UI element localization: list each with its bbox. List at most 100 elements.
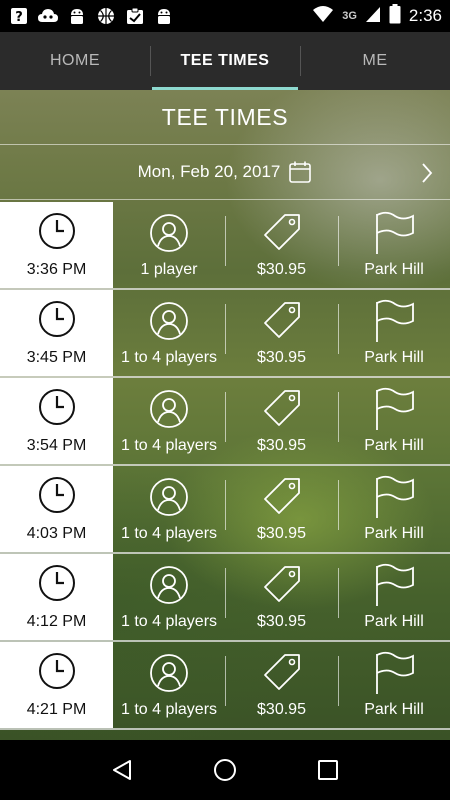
tee-time: 3:45 PM [26, 348, 87, 366]
player-count: 1 to 4 players [120, 525, 218, 542]
clock-icon [38, 300, 76, 343]
clock-icon [38, 212, 76, 255]
price-cell: $30.95 [225, 554, 338, 640]
time-cell: 3:54 PM [0, 378, 113, 464]
tee-time-row[interactable]: 4:12 PM 1 to 4 players $30.95 Park Hill [0, 554, 450, 642]
date-label: Mon, Feb 20, 2017 [137, 162, 281, 181]
clock-time: 2:36 [408, 6, 442, 25]
android-icon [66, 5, 88, 27]
course-name: Park Hill [364, 701, 424, 718]
tee-time: 4:12 PM [26, 612, 87, 630]
tee-time: 3:36 PM [26, 260, 87, 278]
course-cell: Park Hill [338, 466, 450, 552]
flag-icon [373, 211, 415, 255]
price-tag-icon [261, 563, 303, 607]
flag-icon [373, 475, 415, 519]
help-icon: ? [8, 5, 30, 27]
page-title: TEE TIMES [161, 103, 289, 130]
players-cell: 1 to 4 players [113, 290, 225, 376]
status-bar: ? 3G 2:36 [0, 0, 450, 32]
network-type: 3G [342, 10, 357, 22]
calendar-icon[interactable] [288, 160, 312, 184]
android-icon [153, 5, 175, 27]
course-name: Park Hill [364, 613, 424, 630]
tee-times-list: 3:36 PM 1 player $30.95 Park Hill 3:45 P… [0, 202, 450, 730]
tee-time-row[interactable]: 4:03 PM 1 to 4 players $30.95 Park Hill [0, 466, 450, 554]
user-icon [149, 651, 189, 695]
price: $30.95 [257, 349, 306, 366]
players-cell: 1 to 4 players [113, 378, 225, 464]
time-cell: 4:03 PM [0, 466, 113, 552]
price: $30.95 [257, 261, 306, 278]
price-tag-icon [261, 387, 303, 431]
players-cell: 1 to 4 players [113, 554, 225, 640]
players-cell: 1 to 4 players [113, 466, 225, 552]
user-icon [149, 299, 189, 343]
basketball-icon [95, 5, 117, 27]
tee-time: 4:03 PM [26, 524, 87, 542]
user-icon [149, 211, 189, 255]
tee-time-row[interactable]: 3:54 PM 1 to 4 players $30.95 Park Hill [0, 378, 450, 466]
price: $30.95 [257, 525, 306, 542]
time-cell: 3:45 PM [0, 290, 113, 376]
course-name: Park Hill [364, 261, 424, 278]
time-cell: 4:12 PM [0, 554, 113, 640]
user-icon [149, 475, 189, 519]
tab-tee-times[interactable]: TEE TIMES [150, 32, 300, 90]
flag-icon [373, 563, 415, 607]
signal-icon [365, 5, 381, 28]
price-tag-icon [261, 211, 303, 255]
clock-icon [38, 388, 76, 431]
time-cell: 4:21 PM [0, 642, 113, 728]
player-count: 1 to 4 players [120, 701, 218, 718]
time-cell: 3:36 PM [0, 202, 113, 288]
player-count: 1 to 4 players [120, 437, 218, 454]
tab-bar: HOME TEE TIMES ME [0, 32, 450, 90]
tee-time-row[interactable]: 3:45 PM 1 to 4 players $30.95 Park Hill [0, 290, 450, 378]
tee-time: 3:54 PM [26, 436, 87, 454]
clock-icon [38, 652, 76, 695]
tee-time: 4:21 PM [26, 700, 87, 718]
player-count: 1 player [140, 261, 198, 278]
tee-time-row[interactable]: 3:36 PM 1 player $30.95 Park Hill [0, 202, 450, 290]
user-icon [149, 563, 189, 607]
price-tag-icon [261, 475, 303, 519]
price-cell: $30.95 [225, 290, 338, 376]
back-icon[interactable] [107, 755, 137, 785]
flag-icon [373, 387, 415, 431]
flag-icon [373, 651, 415, 695]
course-name: Park Hill [364, 437, 424, 454]
price: $30.95 [257, 613, 306, 630]
navigation-bar [0, 740, 450, 800]
checklist-icon [124, 5, 146, 27]
price-cell: $30.95 [225, 378, 338, 464]
price-cell: $30.95 [225, 642, 338, 728]
course-name: Park Hill [364, 349, 424, 366]
price-tag-icon [261, 299, 303, 343]
tee-time-row[interactable]: 4:21 PM 1 to 4 players $30.95 Park Hill [0, 642, 450, 730]
tab-me[interactable]: ME [300, 32, 450, 90]
price: $30.95 [257, 437, 306, 454]
course-cell: Park Hill [338, 642, 450, 728]
tab-home[interactable]: HOME [0, 32, 150, 90]
course-cell: Park Hill [338, 290, 450, 376]
course-cell: Park Hill [338, 554, 450, 640]
home-icon[interactable] [210, 755, 240, 785]
battery-icon [389, 3, 401, 29]
date-selector[interactable]: Mon, Feb 20, 2017 [0, 144, 450, 200]
price: $30.95 [257, 701, 306, 718]
recents-icon[interactable] [313, 755, 343, 785]
course-cell: Park Hill [338, 378, 450, 464]
chevron-right-icon[interactable] [420, 161, 434, 185]
clock-icon [38, 564, 76, 607]
system-status: 3G 2:36 [312, 3, 442, 29]
notification-icons: ? [8, 5, 175, 27]
players-cell: 1 to 4 players [113, 642, 225, 728]
price-cell: $30.95 [225, 466, 338, 552]
players-cell: 1 player [113, 202, 225, 288]
price-cell: $30.95 [225, 202, 338, 288]
clock-icon [38, 476, 76, 519]
user-icon [149, 387, 189, 431]
course-name: Park Hill [364, 525, 424, 542]
flag-icon [373, 299, 415, 343]
